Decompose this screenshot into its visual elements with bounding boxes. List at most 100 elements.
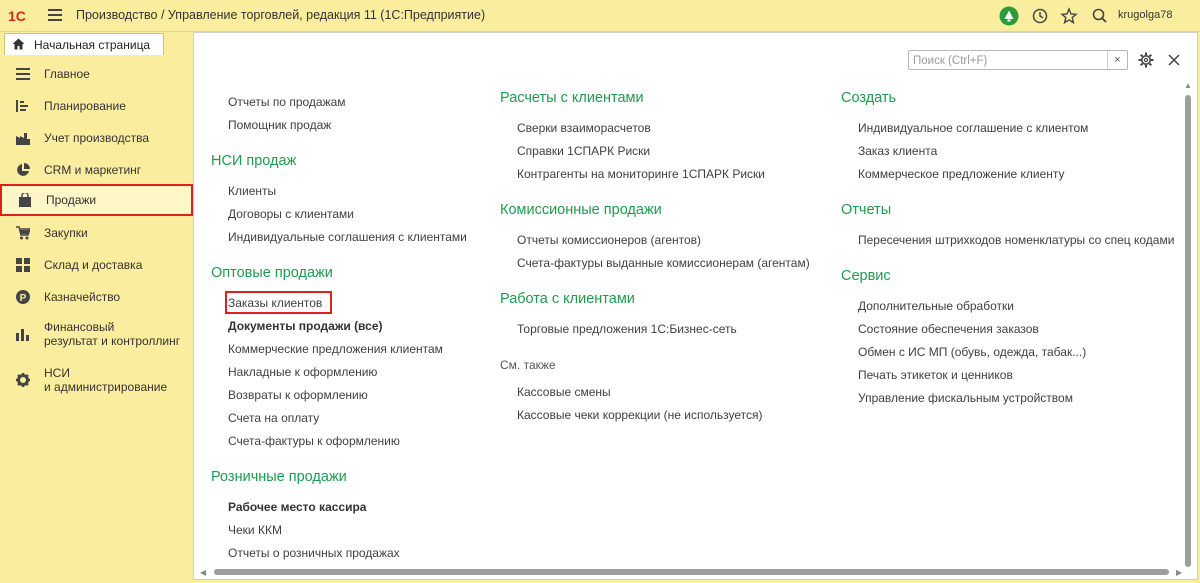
- link-cashier-workplace[interactable]: Рабочее место кассира: [228, 500, 366, 514]
- section-clients-work-title: Работа с клиентами: [500, 291, 635, 307]
- sidebar-item-production[interactable]: Учет производства: [0, 128, 193, 148]
- link-tax-invoices[interactable]: Счета-фактуры к оформлению: [228, 434, 400, 448]
- vertical-scrollbar[interactable]: ▲: [1183, 81, 1193, 571]
- sidebar-item-label: Главное: [44, 67, 90, 81]
- link-agent-invoices[interactable]: Счета-фактуры выданные комиссионерам (аг…: [517, 256, 810, 270]
- pie-icon: [17, 163, 30, 176]
- link-client-orders[interactable]: Заказы клиентов: [228, 296, 322, 310]
- sidebar-item-warehouse[interactable]: Склад и доставка: [0, 255, 193, 275]
- plan-icon: [16, 100, 28, 112]
- scroll-right-icon[interactable]: ▶: [1176, 568, 1182, 577]
- home-icon: [12, 38, 25, 50]
- bag-icon: [19, 193, 31, 207]
- sidebar-item-label: Учет производства: [44, 131, 150, 145]
- gear-icon: [16, 373, 30, 387]
- link-order-provision[interactable]: Состояние обеспечения заказов: [858, 322, 1039, 336]
- scroll-up-icon[interactable]: ▲: [1184, 81, 1192, 90]
- section-commission-title: Комиссионные продажи: [500, 202, 662, 218]
- list-icon: [16, 68, 30, 80]
- section-wholesale-title: Оптовые продажи: [211, 265, 333, 281]
- link-kkm-receipts[interactable]: Чеки ККМ: [228, 523, 282, 537]
- bars-icon: [16, 329, 29, 341]
- sidebar: Главное Планирование Учет производства C…: [0, 56, 193, 583]
- sales-section-panel: × Отчеты по продажам Помощник продаж НСИ…: [193, 32, 1198, 580]
- sidebar-item-main[interactable]: Главное: [0, 64, 193, 84]
- link-new-commercial-offer[interactable]: Коммерческое предложение клиенту: [858, 167, 1065, 181]
- vertical-scroll-thumb[interactable]: [1185, 95, 1191, 567]
- sidebar-item-label: НСИ: [44, 366, 70, 380]
- link-cash-shifts[interactable]: Кассовые смены: [517, 385, 611, 399]
- link-business-network[interactable]: Торговые предложения 1С:Бизнес-сеть: [517, 322, 737, 336]
- see-also-label: См. также: [500, 358, 556, 372]
- sidebar-item-crm[interactable]: CRM и маркетинг: [0, 160, 193, 180]
- link-print-labels[interactable]: Печать этикеток и ценников: [858, 368, 1013, 382]
- sidebar-item-label: Планирование: [44, 99, 126, 113]
- link-spark-monitoring[interactable]: Контрагенты на мониторинге 1СПАРК Риски: [517, 167, 765, 181]
- bell-icon[interactable]: [999, 6, 1019, 26]
- section-settlements-title: Расчеты с клиентами: [500, 90, 644, 106]
- link-individual-agreements[interactable]: Индивидуальные соглашения с клиентами: [228, 230, 467, 244]
- scroll-left-icon[interactable]: ◀: [200, 568, 206, 577]
- link-spark-references[interactable]: Справки 1СПАРК Риски: [517, 144, 650, 158]
- horizontal-scroll-thumb[interactable]: [214, 569, 1169, 575]
- link-agent-reports[interactable]: Отчеты комиссионеров (агентов): [517, 233, 701, 247]
- link-reconciliations[interactable]: Сверки взаиморасчетов: [517, 121, 651, 135]
- sidebar-item-admin[interactable]: НСИ и администрирование: [0, 364, 193, 396]
- sidebar-item-sales[interactable]: Продажи: [0, 184, 193, 216]
- title-bar: 1С Производство / Управление торговлей, …: [0, 0, 1200, 32]
- search-input[interactable]: [913, 53, 1103, 68]
- link-clients[interactable]: Клиенты: [228, 184, 276, 198]
- link-barcode-intersections[interactable]: Пересечения штрихкодов номенклатуры со с…: [858, 233, 1174, 247]
- settings-gear-icon[interactable]: [1138, 52, 1154, 68]
- sidebar-item-finance[interactable]: Финансовый результат и контроллинг: [0, 318, 193, 350]
- history-icon[interactable]: [1030, 6, 1050, 26]
- app-title: Производство / Управление торговлей, ред…: [76, 8, 486, 22]
- link-commercial-offers[interactable]: Коммерческие предложения клиентам: [228, 342, 443, 356]
- sidebar-item-label: Склад и доставка: [44, 258, 143, 272]
- section-service-title: Сервис: [841, 268, 891, 284]
- sidebar-item-label-2: и администрирование: [44, 380, 168, 394]
- search-box: ×: [908, 50, 1128, 70]
- sidebar-item-planning[interactable]: Планирование: [0, 96, 193, 116]
- link-client-contracts[interactable]: Договоры с клиентами: [228, 207, 354, 221]
- section-reports-title: Отчеты: [841, 202, 892, 218]
- section-retail-title: Розничные продажи: [211, 469, 347, 485]
- star-icon[interactable]: [1059, 6, 1079, 26]
- tab-home[interactable]: Начальная страница: [4, 33, 164, 55]
- link-is-mp-exchange[interactable]: Обмен с ИС МП (обувь, одежда, табак...): [858, 345, 1086, 359]
- sidebar-item-label-2: результат и контроллинг: [44, 334, 181, 348]
- grid-icon: [16, 258, 30, 272]
- link-retail-reports[interactable]: Отчеты о розничных продажах: [228, 546, 400, 560]
- link-returns-to-process[interactable]: Возвраты к оформлению: [228, 388, 368, 402]
- sidebar-item-label: CRM и маркетинг: [44, 163, 142, 177]
- link-sales-reports[interactable]: Отчеты по продажам: [228, 95, 346, 109]
- tab-home-label: Начальная страница: [34, 38, 151, 52]
- sidebar-item-label: Финансовый: [44, 320, 115, 334]
- link-sales-assistant[interactable]: Помощник продаж: [228, 118, 331, 132]
- link-new-client-order[interactable]: Заказ клиента: [858, 144, 937, 158]
- link-payment-invoices[interactable]: Счета на оплату: [228, 411, 319, 425]
- user-name[interactable]: krugolga78: [1118, 9, 1172, 21]
- svg-text:1С: 1С: [8, 8, 26, 24]
- sidebar-item-label: Продажи: [46, 193, 97, 207]
- sidebar-item-label: Закупки: [44, 226, 88, 240]
- link-new-individual-agreement[interactable]: Индивидуальное соглашение с клиентом: [858, 121, 1088, 135]
- clear-search-icon[interactable]: ×: [1107, 51, 1127, 69]
- link-invoices-to-process[interactable]: Накладные к оформлению: [228, 365, 377, 379]
- section-nsi-title: НСИ продаж: [211, 153, 297, 169]
- link-fiscal-device[interactable]: Управление фискальным устройством: [858, 391, 1073, 405]
- search-icon[interactable]: [1090, 6, 1110, 26]
- close-icon[interactable]: [1168, 54, 1180, 66]
- sidebar-item-treasury[interactable]: P Казначейство: [0, 287, 193, 307]
- 1c-logo-icon[interactable]: 1С: [8, 7, 38, 25]
- cart-icon: [16, 226, 30, 240]
- link-correction-receipts[interactable]: Кассовые чеки коррекции (не используется…: [517, 408, 763, 422]
- coin-icon: P: [16, 290, 30, 304]
- link-sales-documents[interactable]: Документы продажи (все): [228, 319, 382, 333]
- link-additional-processing[interactable]: Дополнительные обработки: [858, 299, 1014, 313]
- sidebar-item-purchases[interactable]: Закупки: [0, 223, 193, 243]
- factory-icon: [16, 133, 30, 145]
- section-create-title: Создать: [841, 90, 897, 106]
- menu-icon[interactable]: [48, 9, 62, 23]
- horizontal-scrollbar[interactable]: ◀ ▶: [200, 567, 1185, 577]
